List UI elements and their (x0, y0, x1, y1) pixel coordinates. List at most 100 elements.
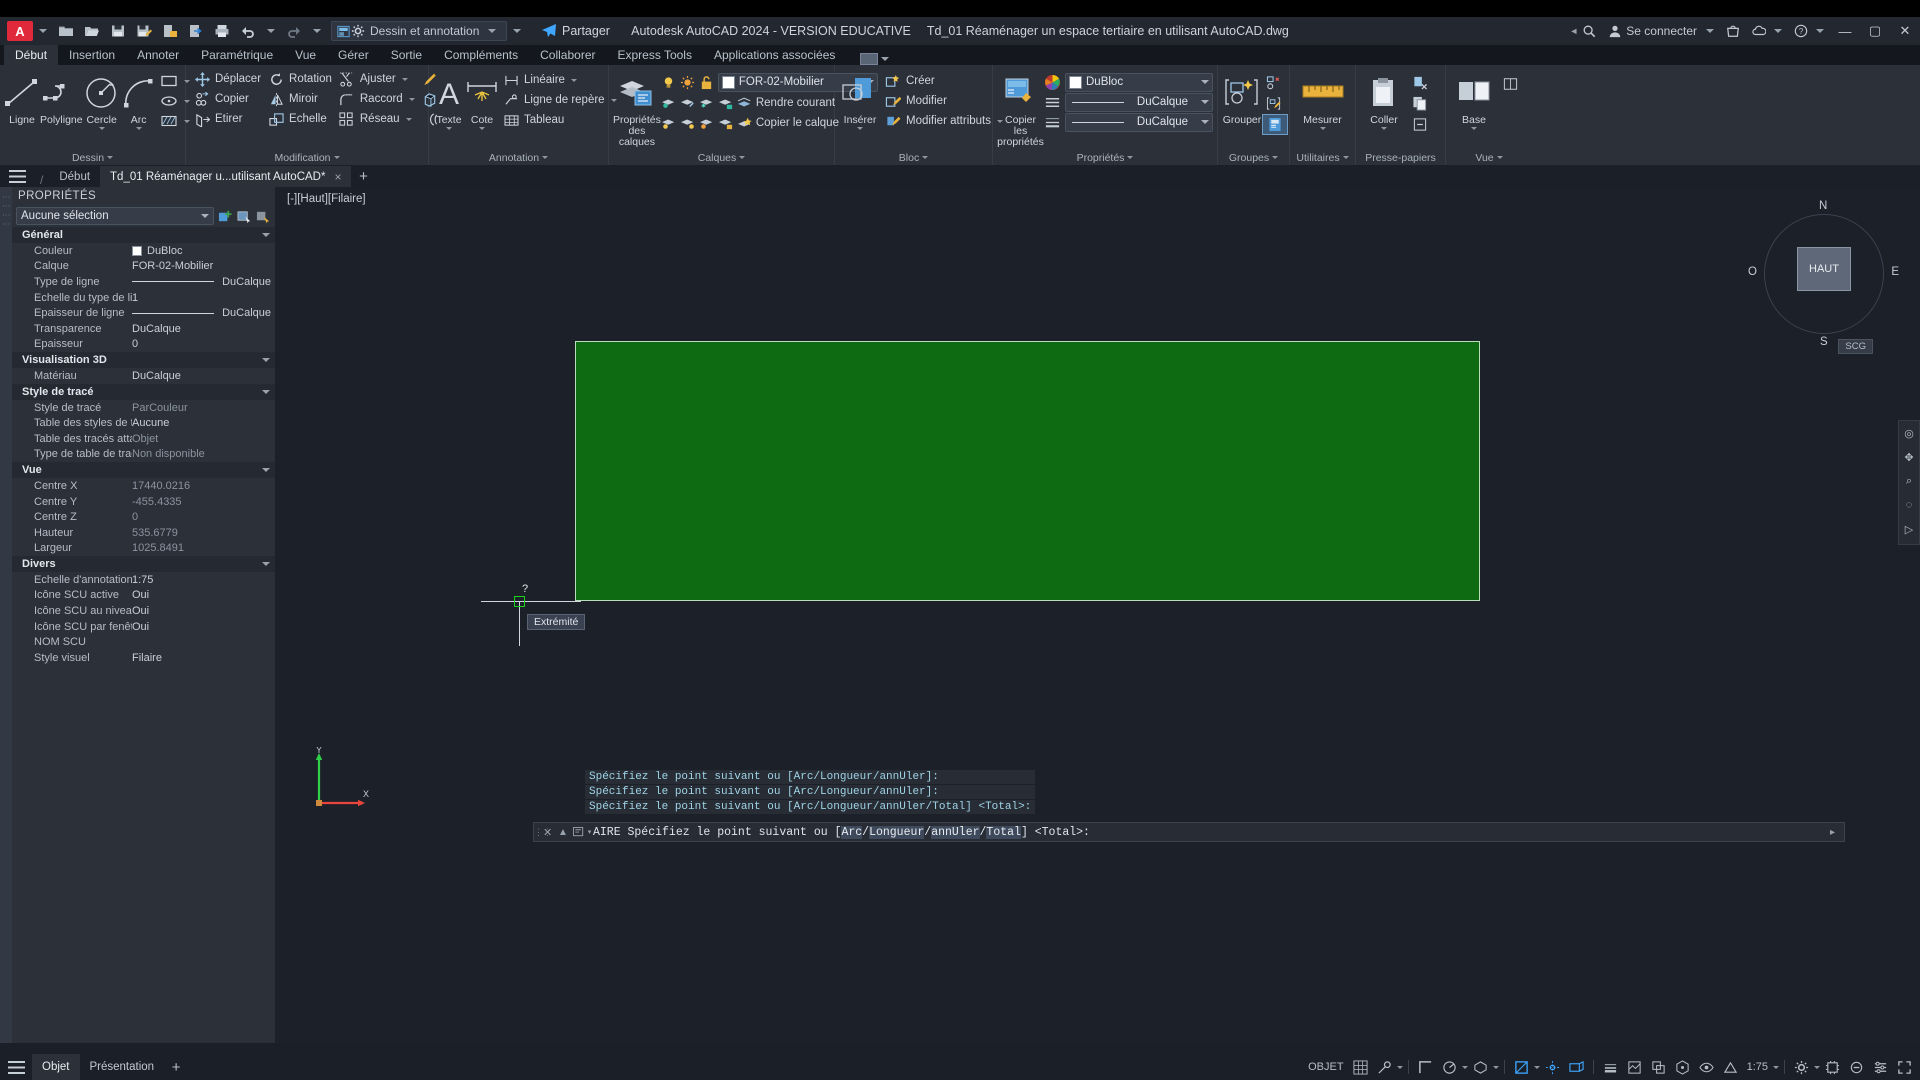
object-lineweight-chevron-icon[interactable] (1201, 120, 1209, 124)
tool-rendre-courant-label[interactable]: Rendre courant (756, 97, 835, 109)
tool-copier-clip[interactable] (1408, 93, 1432, 114)
annotation-scale-chevron-icon[interactable] (1773, 1065, 1779, 1069)
polyline-vertical-segment[interactable] (519, 601, 520, 646)
polyline-horizontal-segment[interactable] (481, 601, 581, 602)
grid-icon[interactable] (1349, 1054, 1372, 1080)
polar-chevron-icon[interactable] (1461, 1065, 1468, 1069)
property-row-hauteur[interactable]: Hauteur 535.6779 (12, 525, 275, 541)
command-line-close-icon[interactable]: ✕ (543, 826, 555, 839)
isometric-draft-icon[interactable] (1469, 1054, 1492, 1080)
ribbon-tab-collaborer[interactable]: Collaborer (529, 45, 606, 65)
ribbon-tab-insertion[interactable]: Insertion (58, 45, 126, 65)
signin-button[interactable]: Se connecter (1602, 17, 1720, 45)
ribbon-tab-complements[interactable]: Compléments (433, 45, 529, 65)
property-group-style-de-trace[interactable]: Style de tracé (12, 383, 275, 400)
view-cube-west-label[interactable]: O (1748, 266, 1757, 278)
tool-arc-chevron-icon[interactable] (135, 127, 142, 130)
tool-ligne[interactable]: Ligne (4, 69, 40, 126)
palette-grip[interactable]: ⋮⋮⋮⋮ (0, 187, 12, 1043)
property-row-transparence[interactable]: Transparence DuCalque (12, 321, 275, 337)
tool-base-chevron-icon[interactable] (1471, 127, 1477, 130)
object-lineweight-combo[interactable]: DuCalque (1065, 112, 1213, 132)
annotation-visibility-icon[interactable] (1695, 1054, 1718, 1080)
view-cube-south-label[interactable]: S (1820, 336, 1828, 348)
property-row-couleur[interactable]: Couleur DuBloc (12, 243, 275, 259)
save-as-icon[interactable] (133, 20, 155, 42)
isometric-chevron-icon[interactable] (1492, 1065, 1499, 1069)
tool-ligne-de-repere[interactable]: Ligne de repère (499, 90, 620, 110)
search-area[interactable]: ◄ (1563, 17, 1602, 45)
tool-polyligne[interactable]: Polyligne (40, 69, 83, 126)
ribbon-collapse-chevron-icon[interactable] (881, 57, 890, 61)
quick-select-icon[interactable] (255, 208, 271, 224)
property-row-centre-z[interactable]: Centre Z 0 (12, 509, 275, 525)
view-cube-north-label[interactable]: N (1819, 200, 1827, 212)
tool-selection-groupe[interactable] (1262, 114, 1288, 135)
toggle-pickadd-icon[interactable] (217, 208, 233, 224)
property-row-icone-scu-niveau[interactable]: Icône SCU au niveau... Oui (12, 603, 275, 619)
tool-coller-chevron-icon[interactable] (1381, 127, 1387, 130)
viewport-controls-label[interactable]: [-][Haut][Filaire] (287, 193, 366, 205)
autocad-logo[interactable]: A (7, 21, 33, 41)
share-button[interactable]: Partager (541, 23, 610, 39)
tool-reseau[interactable]: Réseau (335, 109, 418, 129)
open-icon[interactable] (81, 20, 103, 42)
tool-modifier-attributs[interactable]: Modifier attributs (881, 111, 1006, 131)
tool-cercle-chevron-icon[interactable] (98, 127, 105, 130)
property-group-general[interactable]: Général (12, 227, 275, 243)
help-chevron-icon[interactable] (1774, 29, 1782, 33)
tool-etirer[interactable]: Etirer (190, 109, 264, 129)
tool-tableau[interactable]: Tableau (499, 110, 620, 130)
navbar-showmotion-icon[interactable]: ▷ (1899, 517, 1919, 541)
command-prompt-text[interactable]: AIRE Spécifiez le point suivant ou [Arc/… (593, 825, 1830, 839)
command-line-expand-icon[interactable]: ▲ (555, 827, 571, 838)
plot-preview-icon[interactable] (159, 20, 181, 42)
tool-creer-bloc[interactable]: Créer (881, 71, 1006, 91)
tool-editer-groupe[interactable] (1262, 93, 1288, 114)
tool-cercle[interactable]: Cercle (83, 69, 121, 130)
ribbon-tab-express-tools[interactable]: Express Tools (606, 45, 702, 65)
tool-degrouper[interactable] (1262, 72, 1288, 93)
tool-copier-proprietes[interactable]: Copier les propriétés (997, 69, 1044, 148)
navbar-pan-icon[interactable]: ✥ (1899, 445, 1919, 469)
object-color-combo[interactable]: DuBloc (1065, 72, 1213, 92)
tool-texte-chevron-icon[interactable] (446, 127, 452, 130)
tool-inserer[interactable]: Insérer (839, 69, 881, 130)
tool-ajuster-chevron-icon[interactable] (401, 77, 408, 81)
ribbon-tab-annoter[interactable]: Annoter (126, 45, 190, 65)
ribbon-tab-vue[interactable]: Vue (284, 45, 327, 65)
property-row-calque[interactable]: Calque FOR-02-Mobilier (12, 259, 275, 275)
property-group-divers[interactable]: Divers (12, 556, 275, 573)
ucs-badge[interactable]: SCG (1838, 339, 1873, 354)
workspace-switch-icon[interactable] (1790, 1054, 1813, 1080)
property-row-icone-scu-fenetre[interactable]: Icône SCU par fenêtre Oui (12, 619, 275, 635)
export-icon[interactable] (185, 20, 207, 42)
transparency-icon[interactable] (1623, 1054, 1646, 1080)
selection-combo[interactable]: Aucune sélection (16, 207, 214, 225)
view-cube-east-label[interactable]: E (1891, 266, 1899, 278)
property-row-echelle-type-ligne[interactable]: Echelle du type de li... 1 (12, 290, 275, 306)
app-store-button[interactable] (1720, 17, 1746, 45)
tool-couper[interactable] (1408, 72, 1432, 93)
property-group-visualisation-3d[interactable]: Visualisation 3D (12, 352, 275, 369)
command-line-grip[interactable]: ⋮⋮ (534, 827, 552, 838)
undo-chevron-icon[interactable] (267, 29, 275, 33)
tool-raccord-chevron-icon[interactable] (408, 97, 415, 101)
maximize-button[interactable]: ▢ (1860, 17, 1890, 45)
property-row-type-de-ligne[interactable]: Type de ligne DuCalque (12, 274, 275, 290)
tool-modifier-bloc[interactable]: Modifier (881, 91, 1006, 111)
tool-mesurer[interactable]: Mesurer (1295, 69, 1351, 130)
selection-chevron-icon[interactable] (201, 214, 209, 218)
drawn-rectangle[interactable] (575, 341, 1480, 601)
command-line-options-icon[interactable]: ▸ (1830, 827, 1844, 838)
tool-coller[interactable]: Coller (1360, 69, 1408, 130)
polar-tracking-icon[interactable] (1438, 1054, 1461, 1080)
help-button[interactable]: ? (1788, 17, 1830, 45)
otrack-icon[interactable] (1541, 1054, 1564, 1080)
ribbon-tab-gerer[interactable]: Gérer (327, 45, 380, 65)
tool-grouper[interactable]: Grouper (1222, 69, 1262, 126)
ribbon-tab-debut[interactable]: Début (4, 45, 59, 65)
tool-texte[interactable]: A Texte (433, 69, 465, 130)
object-color-chevron-icon[interactable] (1201, 80, 1209, 84)
osnap-chevron-icon[interactable] (1533, 1065, 1540, 1069)
